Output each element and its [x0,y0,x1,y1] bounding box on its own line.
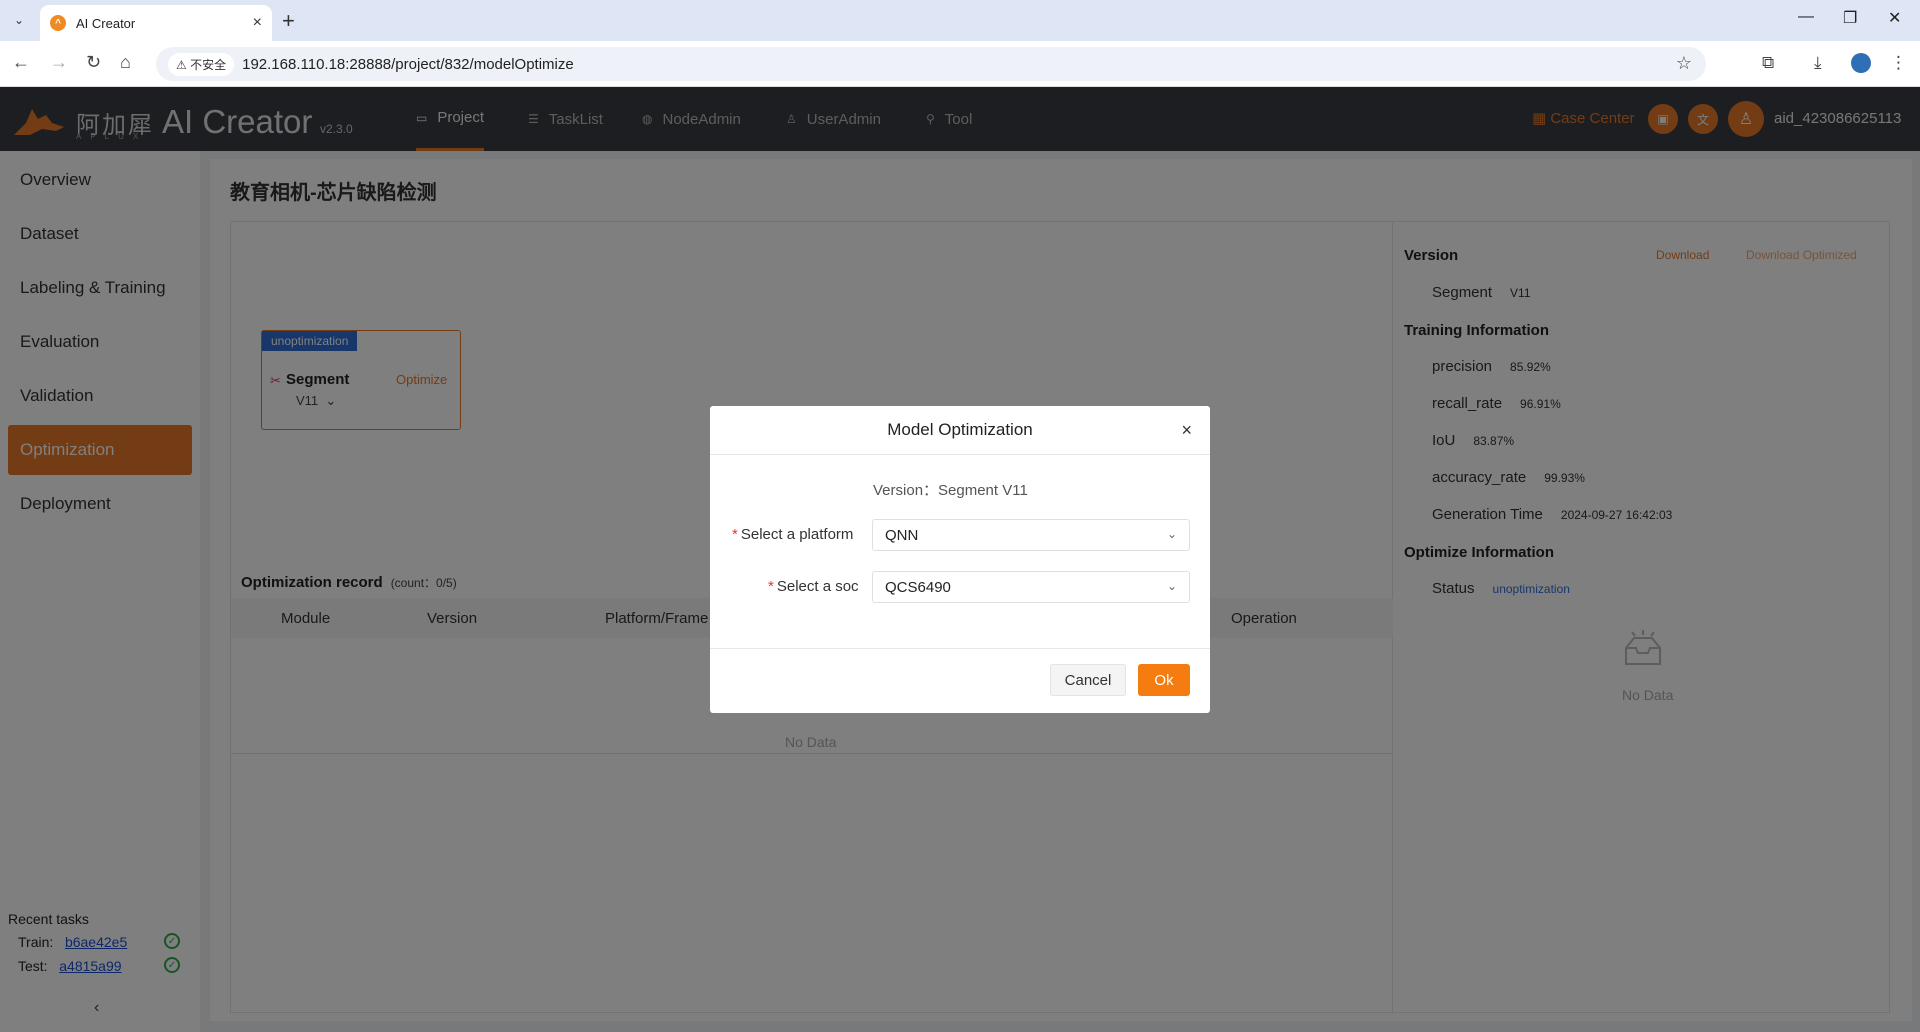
platform-label: * Select a platform [732,526,854,543]
window-close-icon[interactable]: ✕ [1888,8,1901,28]
ok-button[interactable]: Ok [1138,664,1190,696]
profile-icon[interactable] [1851,53,1871,73]
browser-toolbar: ← → ↻ ⌂ ⚠ 不安全 192.168.110.18:28888/proje… [0,41,1920,87]
browser-tab[interactable]: ^ AI Creator × [40,5,272,41]
url-text: 192.168.110.18:28888/project/832/modelOp… [242,55,574,73]
divider [710,454,1210,455]
address-bar[interactable]: ⚠ 不安全 192.168.110.18:28888/project/832/m… [156,47,1706,81]
model-optimization-dialog: Model Optimization × Version：Segment V11… [710,406,1210,713]
soc-label: * Select a soc [768,578,859,595]
soc-select[interactable]: QCS6490 ⌄ [872,571,1190,603]
browser-menu-icon[interactable]: ⋮ [1890,53,1907,73]
dialog-version: Version：Segment V11 [873,482,1028,499]
extensions-icon[interactable]: ⧉ [1762,53,1774,73]
chevron-down-icon: ⌄ [1166,579,1177,593]
reload-icon[interactable]: ↻ [86,52,101,73]
divider [710,648,1210,649]
dialog-title: Model Optimization [887,420,1033,439]
bookmark-star-icon[interactable]: ☆ [1676,53,1692,74]
platform-select[interactable]: QNN ⌄ [872,519,1190,551]
restore-icon[interactable]: ❐ [1843,8,1857,28]
security-warning[interactable]: ⚠ 不安全 [168,52,235,76]
minimize-icon[interactable]: — [1798,8,1814,26]
back-icon[interactable]: ← [12,52,30,73]
new-tab-icon[interactable]: + [282,8,295,34]
download-icon[interactable]: ⤓ [1814,53,1822,73]
favicon-icon: ^ [50,15,66,31]
tab-search-icon[interactable]: ⌄ [8,9,30,31]
tab-title: AI Creator [76,15,136,31]
chevron-down-icon: ⌄ [1166,527,1177,541]
browser-tabstrip: ⌄ ^ AI Creator × + — ❐ ✕ [0,0,1920,41]
close-icon[interactable]: × [1181,420,1192,441]
cancel-button[interactable]: Cancel [1050,664,1126,696]
tab-close-icon[interactable]: × [253,14,262,32]
home-icon[interactable]: ⌂ [120,52,131,73]
forward-icon[interactable]: → [50,52,68,73]
